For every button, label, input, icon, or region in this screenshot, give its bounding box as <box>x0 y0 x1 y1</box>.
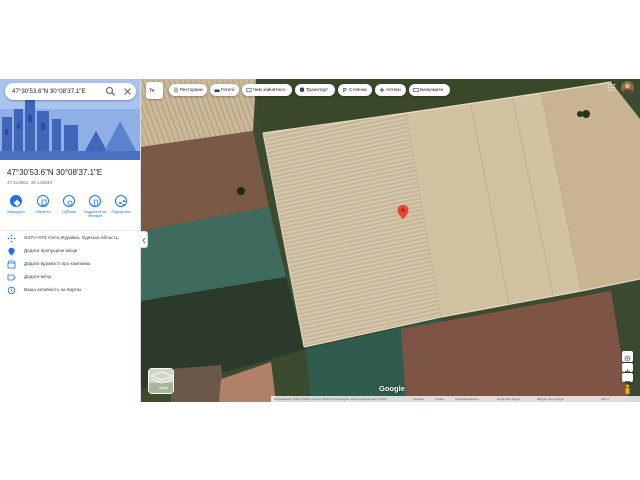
hotel-icon <box>214 89 220 92</box>
layers-toggle[interactable]: Шари <box>148 368 174 394</box>
add-place-icon <box>8 247 15 256</box>
chip-things-to-do[interactable]: Чим зайнятися <box>242 84 292 96</box>
send-to-phone-label: Надіслати на телефон <box>84 210 106 219</box>
history-icon <box>7 286 16 295</box>
info-row-add-label[interactable]: Додати мітку <box>0 271 140 284</box>
save-label: Зберегти <box>35 210 51 214</box>
label-icon <box>7 274 16 281</box>
transit-icon <box>300 87 304 92</box>
svg-text:P: P <box>343 88 347 93</box>
directions-label: Маршрути <box>7 210 25 214</box>
bookmark-icon <box>37 195 49 207</box>
save-button[interactable]: Зберегти <box>30 195 56 225</box>
layers-thumbnail <box>149 369 173 393</box>
nearby-button[interactable]: Поблизу <box>56 195 82 225</box>
chip-parking[interactable]: P Стоянки <box>338 84 372 96</box>
apps-grid-icon[interactable] <box>607 83 616 92</box>
send-to-phone-icon <box>89 195 101 207</box>
layer-button-label: Ye <box>149 88 155 94</box>
divider <box>0 230 140 231</box>
footer-country: Україна <box>413 397 424 401</box>
info-row-label: Додати пропущене місце <box>24 248 78 253</box>
info-row-plus-code[interactable]: G47V+XF2 Село Журавка, Одеська область <box>0 232 140 245</box>
close-icon[interactable] <box>121 85 134 98</box>
info-row-label: Додати відомості про компанію <box>24 261 91 266</box>
chip-transit[interactable]: Транспорт <box>295 84 335 96</box>
share-button[interactable]: Поділитися <box>108 195 134 225</box>
info-row-label: G47V+XF2 Село Журавка, Одеська область <box>24 235 118 240</box>
atm-icon <box>413 88 419 92</box>
directions-icon <box>10 195 22 207</box>
chip-hotels[interactable]: Готелі <box>210 84 239 96</box>
language-layer-button[interactable]: Ye <box>146 82 163 99</box>
my-location-button[interactable] <box>622 351 633 362</box>
layers-label: Шари <box>159 386 168 390</box>
info-row-business[interactable]: Додати відомості про компанію <box>0 258 140 271</box>
directions-button[interactable]: Маршрути <box>3 195 29 225</box>
plus-code-icon <box>7 234 16 243</box>
search-input[interactable] <box>12 83 98 100</box>
chip-pharmacies[interactable]: Аптеки <box>375 84 406 96</box>
chip-restaurants[interactable]: Ресторани <box>169 84 207 96</box>
nearby-label: Поблизу <box>62 210 76 214</box>
pharmacy-icon <box>379 87 385 93</box>
chevron-left-icon <box>142 237 146 244</box>
avatar[interactable] <box>621 81 634 94</box>
send-to-phone-button[interactable]: Надіслати на телефон <box>82 195 108 225</box>
info-row-activity[interactable]: Ваша активність на Картах <box>0 284 140 297</box>
activities-icon <box>246 87 252 93</box>
zoom-in-button[interactable] <box>622 363 633 374</box>
info-row-label: Ваша активність на Картах <box>24 287 82 292</box>
place-panel: 47°30'53.6"N 30°08'37.1"E 47.514881, 30.… <box>0 79 141 402</box>
search-icon[interactable] <box>104 85 117 98</box>
pegman-icon[interactable] <box>624 384 631 396</box>
footer-feedback-link[interactable]: Надіслати відгук <box>497 397 520 401</box>
chip-atms[interactable]: Банкомати <box>409 84 450 96</box>
google-logo: Google <box>379 384 405 393</box>
nearby-icon <box>63 195 75 207</box>
action-bar: Маршрути Зберегти Поблизу Надіслати на т… <box>3 195 137 225</box>
business-icon <box>7 260 16 269</box>
satellite-imagery <box>141 79 640 402</box>
share-label: Поділитися <box>111 210 131 214</box>
restaurant-icon <box>174 87 178 93</box>
place-decimal-coords: 47.514881, 30.143644 <box>7 180 53 185</box>
scale-label[interactable]: 100 м <box>601 397 609 401</box>
footer-product-feedback-link[interactable]: Відгуки про продукт <box>537 397 565 401</box>
info-row-label: Додати мітку <box>24 274 52 279</box>
chip-label: Ресторани <box>180 87 203 92</box>
share-icon <box>115 195 127 207</box>
collapse-panel-button[interactable] <box>140 231 148 248</box>
info-row-add-place[interactable]: Додати пропущене місце <box>0 245 140 258</box>
footer-privacy-link[interactable]: Конфіденційність <box>455 397 479 401</box>
maps-window: 47°30'53.6"N 30°08'37.1"E 47.514881, 30.… <box>0 79 640 402</box>
chip-label: Аптеки <box>386 87 401 92</box>
search-box <box>5 83 136 100</box>
footer-terms-link[interactable]: Умови <box>435 397 444 401</box>
satellite-map[interactable]: Ye Ресторани Готелі Чим зайнятися Трансп… <box>141 79 640 402</box>
chip-label: Чим зайнятися <box>253 87 285 92</box>
chip-label: Транспорт <box>306 87 329 92</box>
place-hero-image <box>0 79 140 160</box>
chip-label: Готелі <box>221 87 234 92</box>
parking-icon: P <box>343 88 347 93</box>
chip-label: Банкомати <box>420 87 444 92</box>
chip-label: Стоянки <box>349 87 367 92</box>
map-footer: Зображення ©2023 CNES / Airbus, Maxar Te… <box>271 396 640 402</box>
footer-attribution: Зображення ©2023 CNES / Airbus, Maxar Te… <box>274 397 387 401</box>
place-title: 47°30'53.6"N 30°08'37.1"E <box>7 168 103 177</box>
zoom-out-button[interactable] <box>622 373 633 382</box>
